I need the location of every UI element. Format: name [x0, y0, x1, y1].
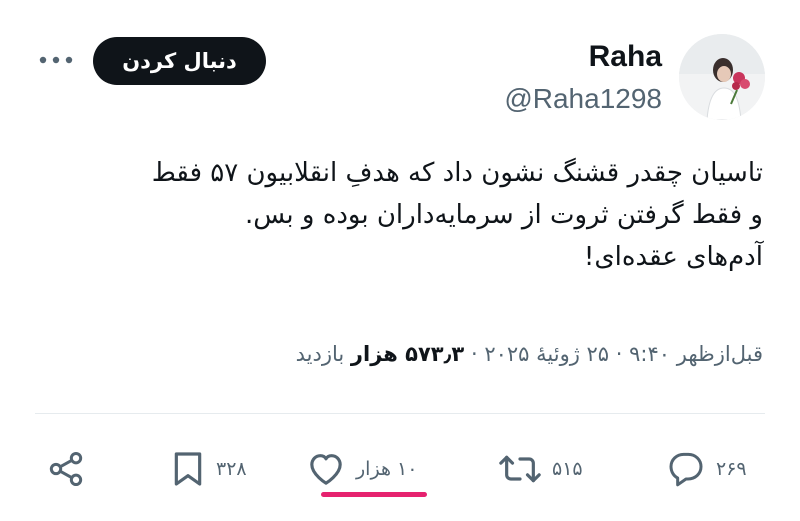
like-count: ۱۰ هزار — [356, 458, 418, 480]
share-icon — [49, 452, 83, 486]
avatar-photo — [679, 34, 765, 120]
divider — [35, 413, 765, 414]
bookmark-icon — [174, 452, 202, 486]
views-count: ۵۷۳٫۳ هزار — [350, 342, 465, 366]
more-horizontal-icon — [39, 56, 73, 64]
avatar[interactable] — [679, 34, 765, 120]
like-button[interactable]: ۱۰ هزار — [306, 447, 417, 491]
tweet-date[interactable]: ۲۵ ژوئیهٔ ۲۰۲۵ — [484, 342, 609, 366]
retweet-count: ۵۱۵ — [552, 458, 583, 480]
follow-button[interactable]: دنبال کردن — [93, 37, 266, 85]
reply-button[interactable]: ۲۶۹ — [666, 447, 747, 491]
bookmark-button[interactable]: ۳۲۸ — [170, 447, 247, 491]
meta-separator: · — [470, 342, 478, 366]
tweet-text: تاسیان چقدر قشنگ نشون داد که هدفِ انقلاب… — [151, 158, 763, 272]
retweet-button[interactable]: ۵۱۵ — [498, 447, 583, 491]
retweet-icon — [499, 455, 541, 483]
user-handle[interactable]: @Raha1298 — [504, 83, 662, 115]
reply-count: ۲۶۹ — [716, 458, 747, 480]
like-highlight-underline — [321, 492, 427, 497]
heart-icon — [310, 454, 342, 485]
tweet-time[interactable]: قبل‌ازظهر ۹:۴۰ — [629, 342, 763, 366]
bookmark-count: ۳۲۸ — [216, 458, 247, 480]
views-label: بازدید — [295, 342, 345, 366]
tweet-meta: قبل‌ازظهر ۹:۴۰ · ۲۵ ژوئیهٔ ۲۰۲۵ · ۵۷۳٫۳ … — [35, 342, 763, 366]
more-options-button[interactable] — [38, 52, 74, 68]
display-name[interactable]: Raha — [589, 40, 662, 74]
meta-separator: · — [615, 342, 623, 366]
share-button[interactable] — [46, 447, 86, 491]
reply-icon — [669, 452, 703, 487]
